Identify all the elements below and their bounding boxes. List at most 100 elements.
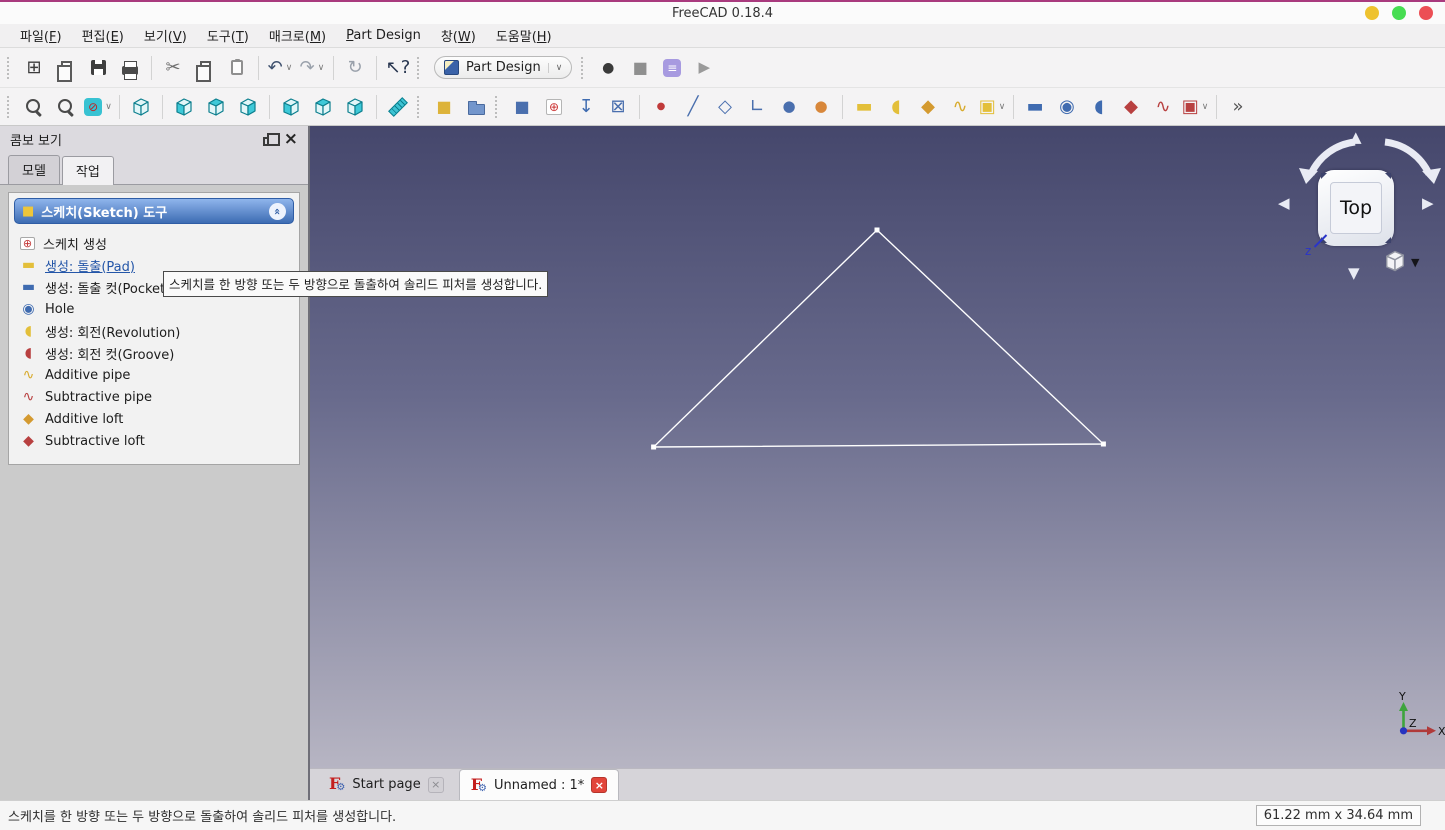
menu-edit[interactable]: 편집(E) <box>72 24 134 47</box>
draw-style-button[interactable]: ⊘∨ <box>83 92 113 122</box>
navcube-corner-icon[interactable] <box>1380 232 1391 243</box>
menu-tools[interactable]: 도구(T) <box>197 24 259 47</box>
redo-button[interactable]: ↷∨ <box>297 53 327 83</box>
create-body-button[interactable]: ■ <box>507 92 537 122</box>
print-button[interactable] <box>115 53 145 83</box>
sketch-carbon-copy-button[interactable]: ● <box>806 92 836 122</box>
subtractive-loft-button[interactable]: ◆ <box>1116 92 1146 122</box>
axonometric-view-button[interactable] <box>126 92 156 122</box>
pad-button[interactable]: ▬ <box>849 92 879 122</box>
additive-pipe-button[interactable]: ∿ <box>945 92 975 122</box>
menu-file[interactable]: 파일(F) <box>10 24 72 47</box>
top-view-button[interactable] <box>201 92 231 122</box>
sketch-point-button[interactable]: ● <box>646 92 676 122</box>
sketch-line-button[interactable]: ╱ <box>678 92 708 122</box>
subtractive-primitive-button[interactable]: ▣∨ <box>1180 92 1210 122</box>
refresh-button[interactable]: ↻ <box>340 53 370 83</box>
collapse-section-icon[interactable]: « <box>269 203 286 220</box>
navcube-mini-cube-icon[interactable] <box>1382 248 1408 278</box>
fit-all-button[interactable] <box>19 92 49 122</box>
toolbar-overflow-button[interactable]: » <box>1223 92 1253 122</box>
menu-macro[interactable]: 매크로(M) <box>259 24 336 47</box>
edit-sketch-button[interactable]: ↧ <box>571 92 601 122</box>
map-sketch-button[interactable]: ⊠ <box>603 92 633 122</box>
navcube-top-face[interactable]: Top <box>1330 182 1382 234</box>
macro-play-button[interactable]: ▶ <box>689 53 719 83</box>
draw-style-dropdown-icon[interactable]: ∨ <box>105 102 112 112</box>
create-group-button[interactable] <box>461 92 491 122</box>
workbench-dropdown-icon[interactable]: ∨ <box>548 63 563 73</box>
nav-right-arrow-icon[interactable]: ▶ <box>1422 196 1434 211</box>
sketch-bspline-button[interactable]: ● <box>774 92 804 122</box>
menu-help[interactable]: 도움말(H) <box>486 24 562 47</box>
copy-button[interactable] <box>190 53 220 83</box>
macro-record-button[interactable]: ● <box>593 53 623 83</box>
close-window-button[interactable] <box>1419 6 1433 20</box>
right-view-button[interactable] <box>233 92 263 122</box>
front-view-button[interactable] <box>169 92 199 122</box>
menu-window[interactable]: 창(W) <box>431 24 486 47</box>
macro-stop-button[interactable]: ■ <box>625 53 655 83</box>
whats-this-button[interactable]: ↖? <box>383 53 413 83</box>
save-button[interactable] <box>83 53 113 83</box>
task-item-additive-pipe[interactable]: ∿Additive pipe <box>20 364 292 386</box>
hole-button[interactable]: ◉ <box>1052 92 1082 122</box>
mdi-tab-unnamed-1[interactable]: F⚙Unnamed : 1*× <box>459 769 620 800</box>
new-document-button[interactable]: ⊞ <box>19 53 49 83</box>
menu-part-design[interactable]: Part Design <box>336 26 431 45</box>
create-part-button[interactable]: ■ <box>429 92 459 122</box>
close-tab-start-page-icon[interactable]: × <box>428 777 444 793</box>
workbench-selector[interactable]: Part Design∨ <box>434 56 572 79</box>
task-item-additive-loft[interactable]: ◆Additive loft <box>20 408 292 430</box>
sketch-tools-section-header[interactable]: ■ 스케치(Sketch) 도구 « <box>14 198 294 224</box>
redo-dropdown-icon[interactable]: ∨ <box>318 63 325 73</box>
navcube-menu-arrow-icon[interactable]: ▼ <box>1411 256 1419 269</box>
revolution-button[interactable]: ◖ <box>881 92 911 122</box>
additive-loft-button[interactable]: ◆ <box>913 92 943 122</box>
nav-up-arrow-icon[interactable]: ▲ <box>1350 130 1362 145</box>
pocket-button[interactable]: ▬ <box>1020 92 1050 122</box>
navcube-corner-icon[interactable] <box>1380 173 1391 184</box>
undo-button[interactable]: ↶∨ <box>265 53 295 83</box>
additive-primitive-dropdown-icon[interactable]: ∨ <box>999 102 1006 112</box>
measure-distance-button[interactable] <box>383 92 413 122</box>
mdi-tab-start-page[interactable]: F⚙Start page× <box>318 769 455 800</box>
float-panel-icon[interactable] <box>263 137 272 146</box>
close-tab-unnamed-1-icon[interactable]: × <box>591 777 607 793</box>
task-item-create-sketch[interactable]: ⊕스케치 생성 <box>20 232 292 254</box>
menu-view[interactable]: 보기(V) <box>134 24 197 47</box>
minimize-button[interactable] <box>1365 6 1379 20</box>
additive-primitive-button[interactable]: ▣∨ <box>977 92 1007 122</box>
sketch-rectangle-button[interactable]: ◇ <box>710 92 740 122</box>
create-sketch-button[interactable]: ⊕ <box>539 92 569 122</box>
left-view-button[interactable] <box>340 92 370 122</box>
maximize-button[interactable] <box>1392 6 1406 20</box>
subtractive-pipe-button[interactable]: ∿ <box>1148 92 1178 122</box>
sketch-polyline-button[interactable]: ∟ <box>742 92 772 122</box>
rear-view-button[interactable] <box>276 92 306 122</box>
close-panel-icon[interactable]: × <box>284 131 298 148</box>
groove-button[interactable]: ◖ <box>1084 92 1114 122</box>
task-item-hole[interactable]: ◉Hole <box>20 298 292 320</box>
nav-left-arrow-icon[interactable]: ◀ <box>1278 196 1290 211</box>
3d-viewport[interactable]: ▲ ◀ ▶ ▼ Top z ▼ Y <box>310 126 1445 768</box>
task-item-groove[interactable]: ◖생성: 회전 컷(Groove) <box>20 342 292 364</box>
task-item-subtractive-pipe[interactable]: ∿Subtractive pipe <box>20 386 292 408</box>
sketch-triangle[interactable] <box>310 126 1445 768</box>
subtractive-primitive-dropdown-icon[interactable]: ∨ <box>1202 102 1209 112</box>
rotate-right-arc-icon[interactable] <box>1385 142 1429 174</box>
task-item-subtractive-loft[interactable]: ◆Subtractive loft <box>20 430 292 452</box>
macro-edit-button[interactable]: ≡ <box>657 53 687 83</box>
nav-down-arrow-icon[interactable]: ▼ <box>1348 266 1360 281</box>
x-axis-label: X <box>1438 725 1445 738</box>
paste-button[interactable] <box>222 53 252 83</box>
cut-button[interactable]: ✂ <box>158 53 188 83</box>
tab-model[interactable]: 모델 <box>8 155 60 184</box>
task-item-revolution[interactable]: ◖생성: 회전(Revolution) <box>20 320 292 342</box>
zoom-selection-button[interactable] <box>51 92 81 122</box>
navigation-cube[interactable]: Top <box>1318 170 1394 246</box>
bottom-view-button[interactable] <box>308 92 338 122</box>
open-document-button[interactable] <box>51 53 81 83</box>
undo-dropdown-icon[interactable]: ∨ <box>286 63 293 73</box>
tab-tasks[interactable]: 작업 <box>62 156 114 185</box>
